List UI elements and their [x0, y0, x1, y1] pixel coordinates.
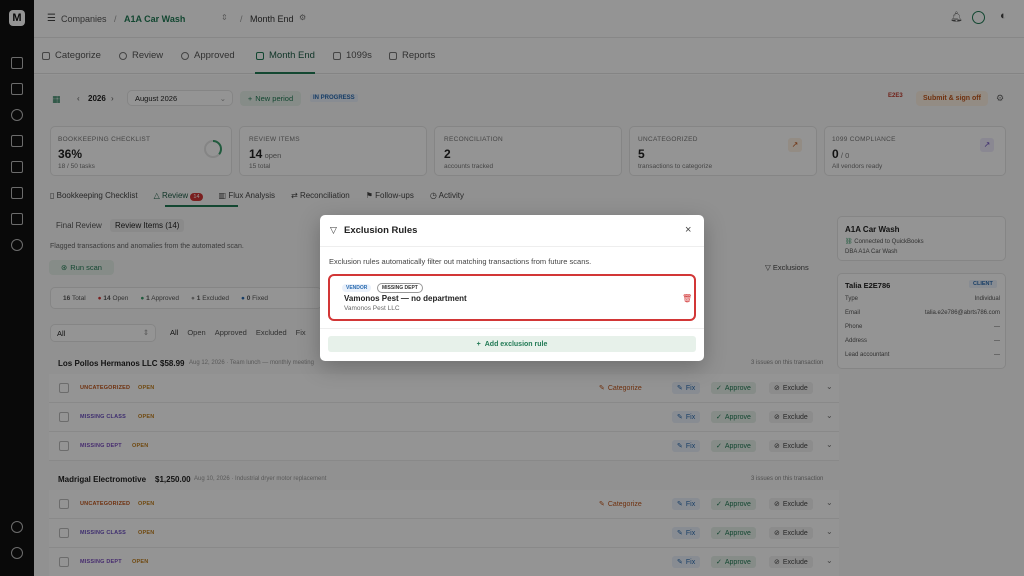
- close-icon[interactable]: ×: [685, 224, 691, 236]
- dialog-title: Exclusion Rules: [344, 225, 418, 236]
- rule-title: Vamonos Pest — no department: [344, 294, 467, 303]
- add-exclusion-rule-button[interactable]: + Add exclusion rule: [328, 336, 696, 352]
- add-rule-label: Add exclusion rule: [484, 340, 548, 348]
- dialog-description: Exclusion rules automatically filter out…: [329, 257, 592, 266]
- plus-icon: +: [476, 340, 481, 348]
- divider: [320, 328, 704, 329]
- exclusion-rule-item[interactable]: VENDOR MISSING DEPT Vamonos Pest — no de…: [328, 274, 696, 321]
- dialog-header: ▽ Exclusion Rules ×: [320, 215, 704, 247]
- filter-icon: ▽: [330, 225, 337, 235]
- trash-icon[interactable]: 🗑︎: [682, 294, 692, 303]
- rule-vendor: Vamonos Pest LLC: [344, 305, 400, 312]
- rule-issue-badge: MISSING DEPT: [377, 283, 423, 293]
- exclusion-rules-dialog: ▽ Exclusion Rules × Exclusion rules auto…: [320, 215, 704, 361]
- rule-type-badge: VENDOR: [342, 284, 372, 292]
